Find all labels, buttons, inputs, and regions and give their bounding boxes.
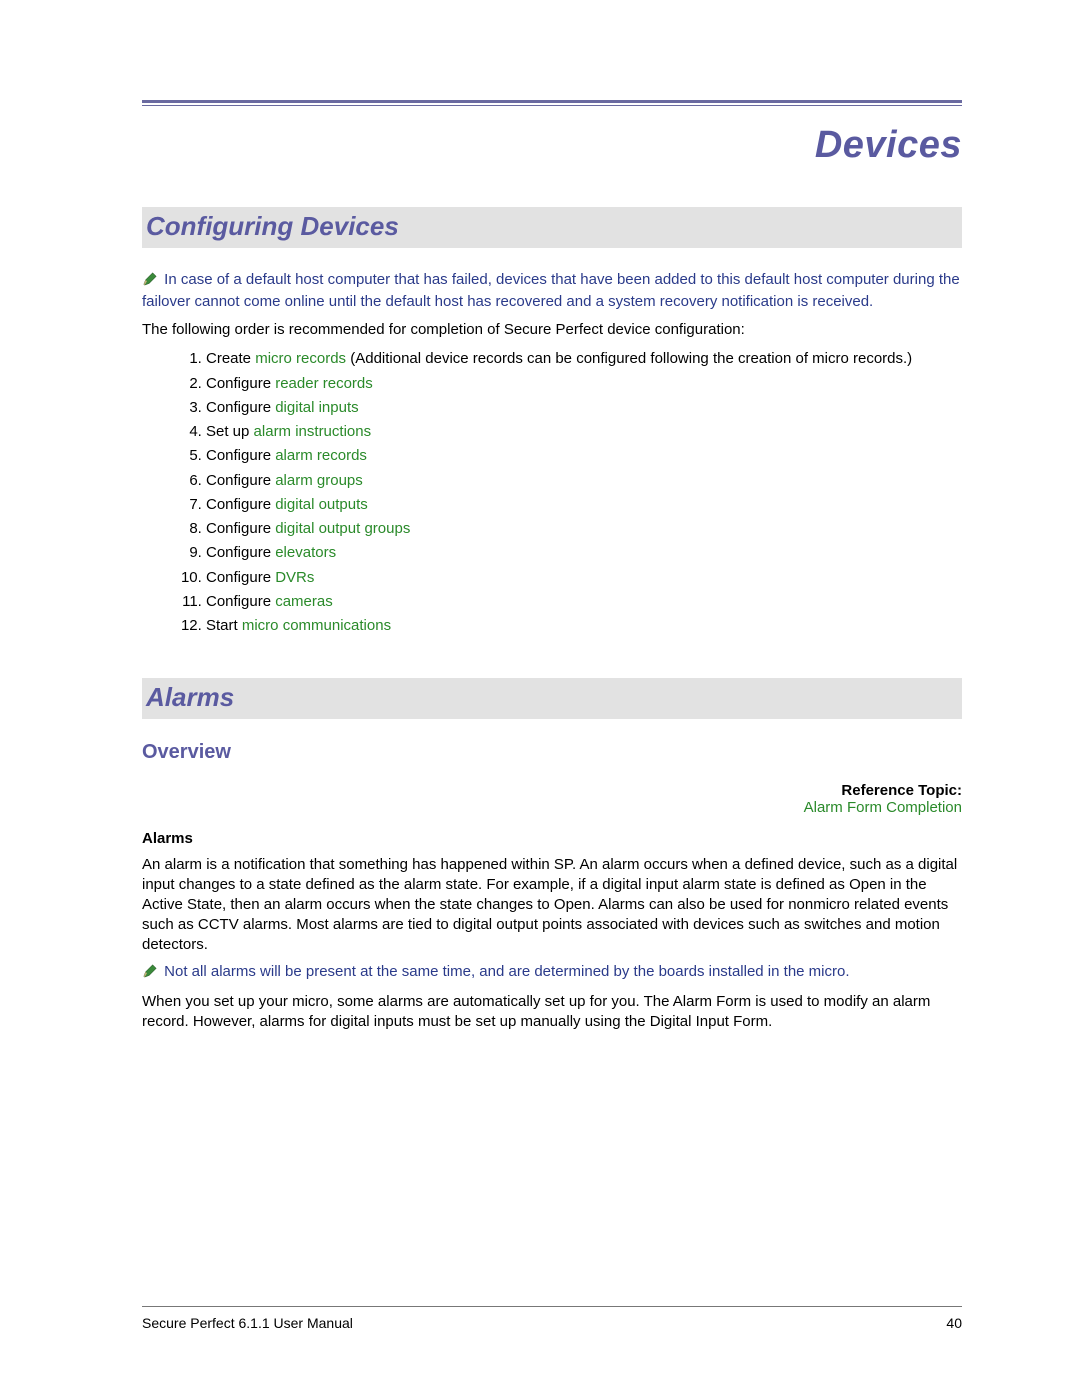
- step-text-pre: Create: [206, 350, 255, 367]
- step-link[interactable]: micro communications: [242, 617, 391, 634]
- step-link[interactable]: reader records: [275, 375, 373, 392]
- step-link[interactable]: DVRs: [275, 569, 314, 586]
- step-text-post: (Additional device records can be config…: [346, 350, 912, 367]
- list-item: Set up alarm instructions: [206, 420, 962, 444]
- list-item: Configure digital outputs: [206, 493, 962, 517]
- step-text-pre: Configure: [206, 520, 275, 537]
- list-item: Start micro communications: [206, 614, 962, 638]
- step-link[interactable]: alarm groups: [275, 472, 363, 489]
- alarms-paragraph-1: An alarm is a notification that somethin…: [142, 855, 962, 954]
- list-item: Configure alarm groups: [206, 469, 962, 493]
- step-text-pre: Start: [206, 617, 242, 634]
- step-text-pre: Configure: [206, 593, 275, 610]
- list-item: Configure reader records: [206, 372, 962, 396]
- step-text-pre: Set up: [206, 423, 254, 440]
- reference-topic-block: Reference Topic: Alarm Form Completion: [142, 782, 962, 816]
- list-item: Configure digital output groups: [206, 517, 962, 541]
- step-link[interactable]: digital inputs: [275, 399, 358, 416]
- list-item: Configure digital inputs: [206, 396, 962, 420]
- step-text-pre: Configure: [206, 496, 275, 513]
- reference-topic-link[interactable]: Alarm Form Completion: [142, 799, 962, 816]
- step-text-pre: Configure: [206, 472, 275, 489]
- step-link[interactable]: micro records: [255, 350, 346, 367]
- info-note-alarms: Not all alarms will be present at the sa…: [142, 962, 962, 984]
- step-link[interactable]: digital outputs: [275, 496, 368, 513]
- info-note-configuring: In case of a default host computer that …: [142, 270, 962, 312]
- reference-topic-label: Reference Topic:: [142, 782, 962, 799]
- footer-rule: [142, 1306, 962, 1307]
- alarms-paragraph-2: When you set up your micro, some alarms …: [142, 992, 962, 1032]
- list-item: Configure cameras: [206, 590, 962, 614]
- list-item: Configure elevators: [206, 541, 962, 565]
- step-text-pre: Configure: [206, 447, 275, 464]
- page-top-rule: [142, 100, 962, 106]
- step-link[interactable]: elevators: [275, 544, 336, 561]
- note-text: Not all alarms will be present at the sa…: [164, 963, 849, 980]
- page-footer: Secure Perfect 6.1.1 User Manual 40: [142, 1306, 962, 1331]
- step-text-pre: Configure: [206, 544, 275, 561]
- step-link[interactable]: cameras: [275, 593, 333, 610]
- list-item: Configure alarm records: [206, 444, 962, 468]
- pencil-icon: [142, 272, 158, 292]
- step-text-pre: Configure: [206, 375, 275, 392]
- note-text: In case of a default host computer that …: [142, 271, 960, 310]
- chapter-title: Devices: [142, 124, 962, 167]
- section-heading-alarms: Alarms: [142, 678, 962, 719]
- configuration-steps-list: Create micro records (Additional device …: [206, 347, 962, 638]
- list-item: Create micro records (Additional device …: [206, 347, 962, 371]
- list-item: Configure DVRs: [206, 566, 962, 590]
- intro-paragraph: The following order is recommended for c…: [142, 320, 962, 340]
- step-link[interactable]: digital output groups: [275, 520, 410, 537]
- alarms-subtitle: Alarms: [142, 830, 962, 847]
- footer-page-number: 40: [946, 1315, 962, 1331]
- subheading-overview: Overview: [142, 741, 962, 764]
- step-text-pre: Configure: [206, 399, 275, 416]
- pencil-icon: [142, 964, 158, 984]
- step-link[interactable]: alarm records: [275, 447, 367, 464]
- step-text-pre: Configure: [206, 569, 275, 586]
- step-link[interactable]: alarm instructions: [254, 423, 372, 440]
- section-heading-configuring-devices: Configuring Devices: [142, 207, 962, 248]
- footer-doc-title: Secure Perfect 6.1.1 User Manual: [142, 1315, 353, 1331]
